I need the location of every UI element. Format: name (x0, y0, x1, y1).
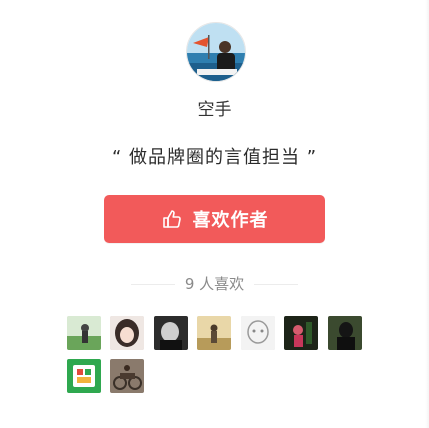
like-count: 9 人喜欢 (184, 275, 245, 293)
liker-avatar[interactable] (328, 316, 362, 350)
liker-avatar[interactable] (154, 316, 188, 350)
author-avatar-image (187, 23, 245, 81)
divider-right (254, 284, 298, 285)
liker-avatar[interactable] (197, 316, 231, 350)
liker-avatar[interactable] (67, 359, 101, 393)
like-count-row: 9 人喜欢 (0, 273, 429, 295)
liker-avatar[interactable] (110, 359, 144, 393)
thumbs-up-icon (161, 208, 183, 230)
author-avatar[interactable] (186, 22, 246, 82)
like-author-button[interactable]: 喜欢作者 (104, 195, 325, 243)
liker-avatar[interactable] (110, 316, 144, 350)
liker-avatar[interactable] (284, 316, 318, 350)
author-quote: “ 做品牌圈的言值担当 ” (111, 147, 318, 168)
author-name[interactable]: 空手 (0, 95, 429, 120)
liker-avatar[interactable] (67, 316, 101, 350)
appreciate-author-card: 空手 “ 做品牌圈的言值担当 ” 喜欢作者 9 人喜欢 (0, 0, 429, 428)
like-author-label: 喜欢作者 (192, 210, 269, 231)
liker-avatar[interactable] (241, 316, 275, 350)
page-edge (425, 0, 429, 428)
